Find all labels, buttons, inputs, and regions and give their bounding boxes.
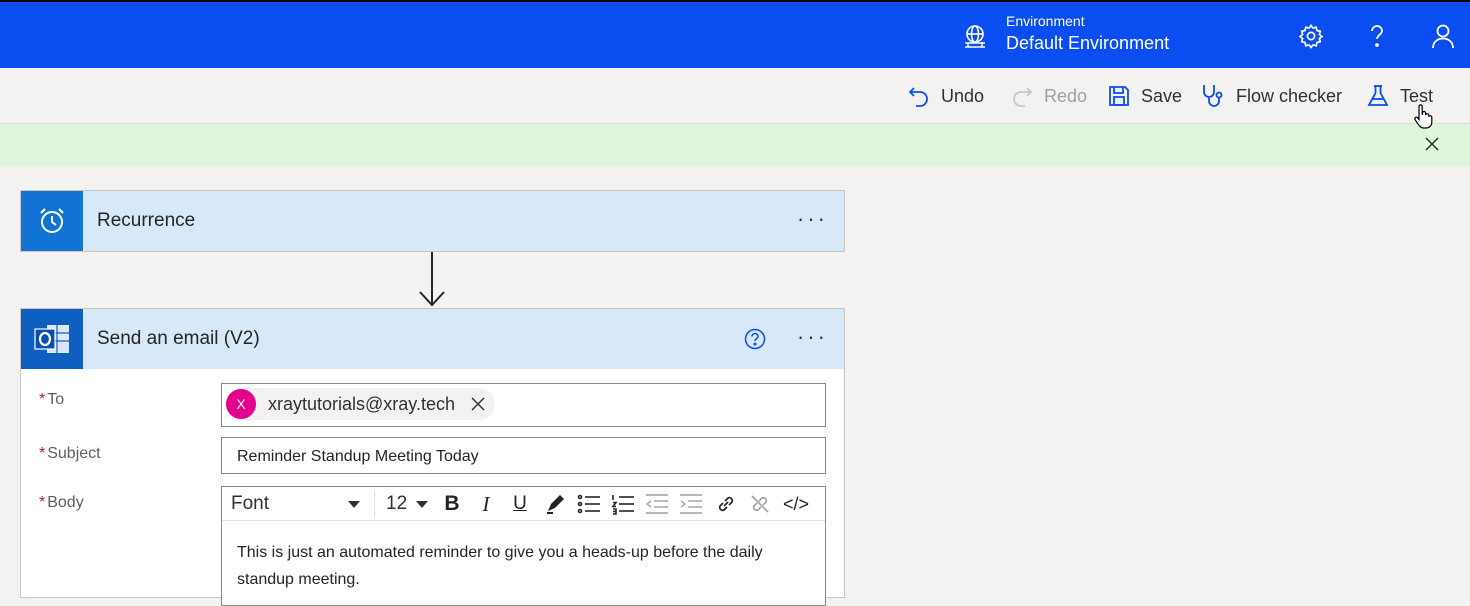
bold-button[interactable]: B [440, 492, 464, 516]
undo-icon [908, 87, 928, 107]
body-label: * Body [39, 494, 84, 511]
redo-icon [1013, 87, 1033, 107]
recipient-token[interactable]: X xraytutorials@xray.tech [226, 388, 495, 420]
code-view-button[interactable]: </> [780, 492, 812, 516]
more-options-icon[interactable]: ··· [797, 208, 828, 230]
highlighter-icon [547, 495, 564, 514]
unlink-button[interactable] [748, 492, 772, 516]
outdent-icon [645, 494, 668, 514]
to-label: * To [39, 391, 65, 408]
send-email-header[interactable]: Send an email (V2) ··· [21, 309, 844, 369]
gear-icon[interactable] [1297, 22, 1325, 50]
subject-value: Reminder Standup Meeting Today [237, 448, 479, 465]
environment-name: Default Environment [1006, 33, 1170, 53]
body-editor[interactable]: Font 12 B I U </> This is just an automa… [221, 486, 826, 606]
link-icon [718, 496, 734, 512]
flask-icon [1367, 85, 1389, 106]
flow-checker-label: Flow checker [1236, 85, 1343, 106]
outlook-icon-tile [21, 309, 83, 369]
command-bar: Undo Redo Save Flow checker Test [0, 68, 1470, 124]
remove-token-icon[interactable] [471, 397, 485, 411]
help-icon[interactable] [1363, 22, 1391, 50]
recurrence-icon-tile [21, 191, 83, 251]
recurrence-title: Recurrence [97, 210, 196, 231]
stethoscope-icon [1203, 85, 1223, 107]
underline-button[interactable]: U [508, 492, 532, 516]
globe-icon [965, 25, 985, 48]
flow-checker-button[interactable]: Flow checker [1200, 82, 1342, 110]
font-caret-icon[interactable] [348, 501, 360, 508]
toolbar-divider [374, 491, 375, 517]
user-icon[interactable] [1429, 22, 1457, 50]
highlight-button[interactable] [543, 492, 567, 516]
connector-arrow [419, 252, 445, 307]
bullet-list-icon [577, 494, 600, 514]
help-circle-icon[interactable] [744, 328, 766, 350]
recurrence-header[interactable]: Recurrence ··· [21, 191, 844, 251]
close-icon[interactable] [1424, 136, 1440, 152]
font-size-dropdown[interactable]: 12 [386, 493, 407, 515]
link-button[interactable] [714, 492, 738, 516]
subject-field[interactable]: Reminder Standup Meeting Today [221, 437, 826, 474]
subject-label: * Subject [39, 445, 101, 462]
size-caret-icon[interactable] [416, 501, 428, 508]
save-label: Save [1141, 85, 1183, 106]
recurrence-step[interactable]: Recurrence ··· [20, 190, 845, 252]
save-icon [1109, 86, 1129, 106]
bullet-list-button[interactable] [577, 492, 601, 516]
notification-banner [0, 124, 1470, 166]
font-dropdown[interactable]: Font [231, 493, 269, 515]
send-email-title: Send an email (V2) [97, 328, 260, 349]
send-email-step[interactable]: Send an email (V2) ··· * To X xraytutoria… [20, 308, 845, 606]
alarm-clock-icon [40, 208, 64, 233]
italic-button[interactable]: I [474, 492, 498, 516]
indent-button[interactable] [679, 492, 703, 516]
unlink-icon [751, 495, 769, 513]
more-options-icon[interactable]: ··· [797, 326, 828, 348]
numbered-list-icon [611, 495, 634, 515]
environment-label: Environment [1006, 13, 1085, 29]
outlook-icon [34, 325, 69, 353]
outdent-button[interactable] [645, 492, 669, 516]
redo-button[interactable]: Redo [1010, 82, 1087, 110]
numbered-list-button[interactable] [611, 492, 635, 516]
avatar: X [226, 389, 256, 419]
environment-picker[interactable]: Environment Default Environment [962, 12, 1169, 56]
rich-text-toolbar: Font 12 B I U </> [222, 487, 825, 521]
save-button[interactable]: Save [1107, 82, 1182, 110]
top-bar: Environment Default Environment [0, 0, 1470, 68]
undo-button[interactable]: Undo [907, 82, 984, 110]
indent-icon [680, 494, 702, 514]
redo-label: Redo [1044, 85, 1088, 106]
hand-cursor-icon [1414, 104, 1433, 129]
recipient-email: xraytutorials@xray.tech [268, 393, 455, 414]
to-field[interactable]: X xraytutorials@xray.tech [221, 383, 826, 427]
undo-label: Undo [941, 85, 985, 106]
